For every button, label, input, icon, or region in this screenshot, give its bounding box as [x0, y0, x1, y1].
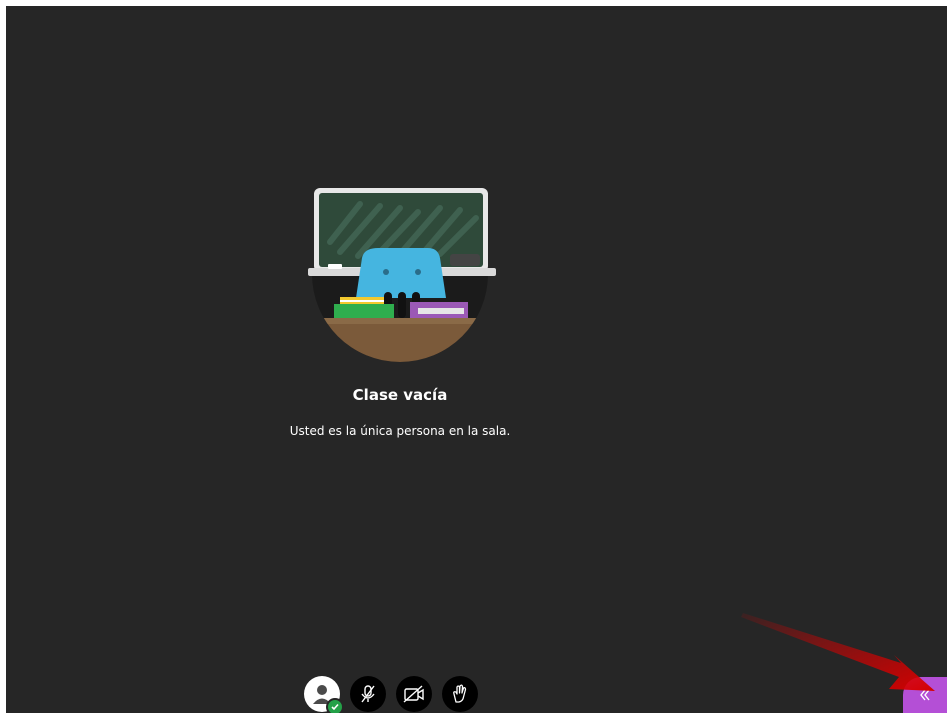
camera-off-icon — [403, 685, 424, 703]
session-stage: Clase vacía Usted es la única persona en… — [6, 6, 947, 713]
microphone-off-icon — [361, 685, 375, 703]
empty-room-title: Clase vacía — [352, 386, 448, 404]
double-chevron-left-icon — [920, 689, 930, 701]
session-controls — [304, 676, 478, 713]
empty-classroom-illustration — [308, 188, 496, 362]
camera-toggle-button[interactable] — [396, 676, 432, 712]
raise-hand-button[interactable] — [442, 676, 478, 712]
user-avatar-button[interactable] — [304, 676, 344, 713]
open-side-panel-button[interactable] — [903, 677, 947, 713]
microphone-toggle-button[interactable] — [350, 676, 386, 712]
empty-room-message: Usted es la única persona en la sala. — [289, 424, 511, 438]
raise-hand-icon — [453, 684, 467, 703]
online-check-icon — [326, 698, 344, 713]
